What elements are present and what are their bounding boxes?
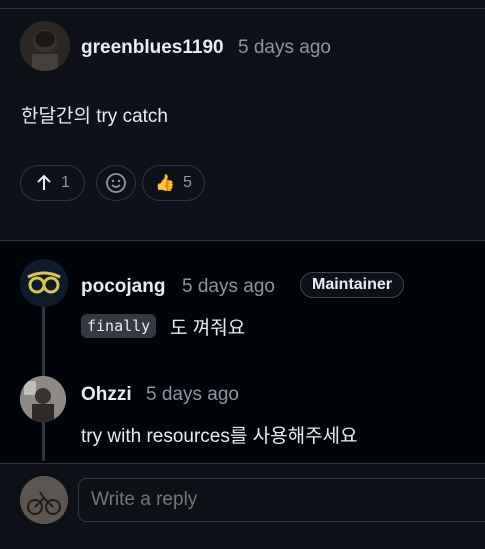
avatar-ohzzi[interactable] (20, 376, 66, 422)
avatar-greenblues1190[interactable] (20, 21, 70, 71)
avatar-pocojang[interactable] (20, 259, 68, 307)
reply-body: 도 껴줘요 (170, 318, 246, 339)
inline-code: finally (81, 314, 157, 338)
top-comment: greenblues1190 5 days ago 한달간의 try catch… (0, 9, 485, 239)
replies-section: pocojang 5 days ago Maintainer finally 도… (0, 240, 485, 463)
reply-time[interactable]: 5 days ago (146, 384, 239, 406)
add-reaction-button[interactable] (96, 165, 136, 201)
upvote-count: 1 (61, 174, 70, 191)
comment-time[interactable]: 5 days ago (238, 37, 331, 59)
comment-body: 한달간의 try catch (21, 106, 168, 127)
arrow-up-icon (37, 174, 51, 190)
thumbs-up-count: 5 (183, 174, 192, 191)
reply-body: try with resources를 사용해주세요 (81, 426, 358, 447)
reply-bar (0, 463, 485, 535)
upvote-button[interactable]: 1 (20, 165, 85, 201)
glasses-avatar-icon (20, 259, 68, 307)
maintainer-badge: Maintainer (300, 272, 405, 298)
reply-input[interactable] (78, 478, 485, 522)
reply-author[interactable]: Ohzzi (81, 384, 132, 406)
current-user-avatar[interactable] (20, 476, 68, 524)
thumbs-up-reaction[interactable]: 👍 5 (142, 165, 205, 201)
thumbs-up-icon: 👍 (155, 175, 175, 192)
reply-author[interactable]: pocojang (81, 276, 165, 298)
smiley-icon (106, 173, 126, 193)
comment-author[interactable]: greenblues1190 (81, 37, 224, 59)
reply-time[interactable]: 5 days ago (182, 276, 275, 298)
discussion-thread: greenblues1190 5 days ago 한달간의 try catch… (0, 8, 485, 535)
